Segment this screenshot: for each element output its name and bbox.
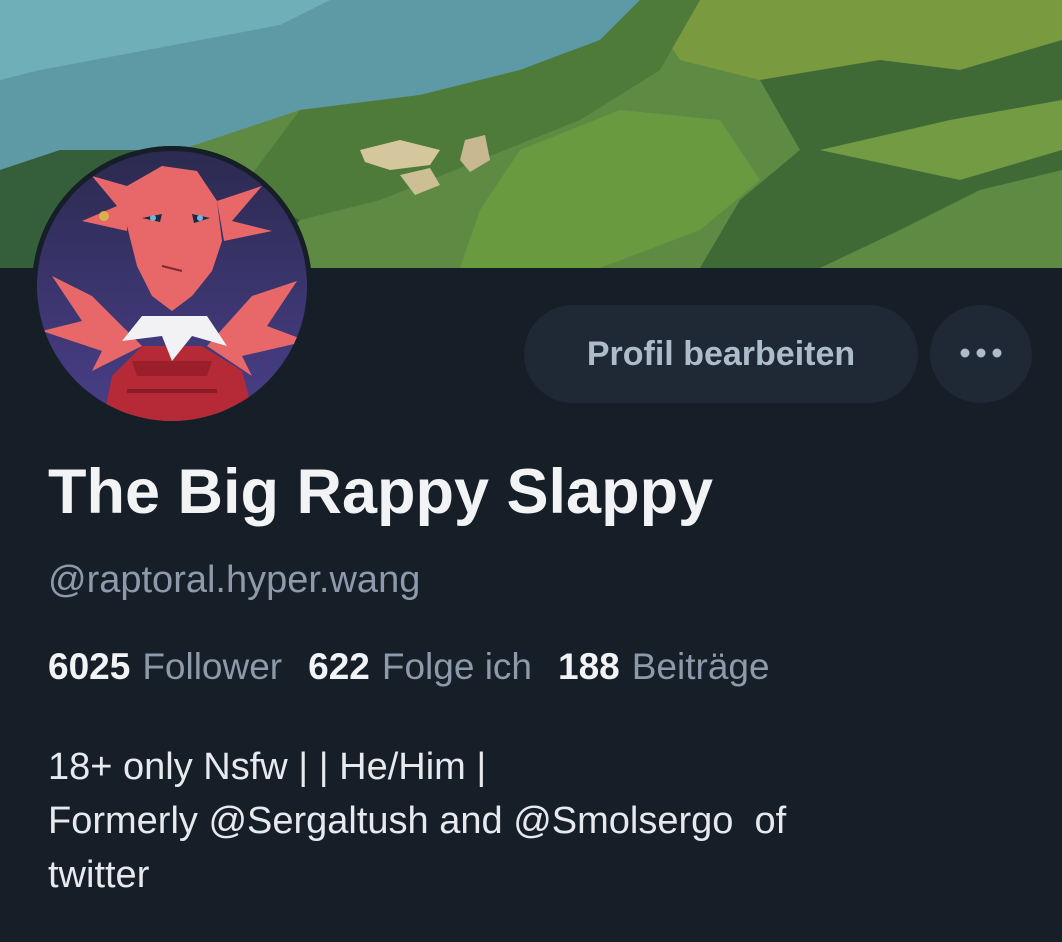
followers-label: Follower (142, 646, 283, 687)
bio-line: 18+ only Nsfw | | He/Him | (48, 746, 487, 788)
bio-line: twitter (48, 854, 150, 896)
profile-display-name: The Big Rappy Slappy (48, 457, 714, 527)
profile-avatar[interactable] (32, 146, 312, 426)
posts-label: Beiträge (631, 646, 770, 687)
profile-bio: 18+ only Nsfw | | He/Him | Formerly @Ser… (48, 740, 1018, 902)
following-label: Folge ich (381, 646, 533, 687)
profile-page: Profil bearbeiten The Big Rappy Slappy @… (0, 0, 1062, 942)
ellipsis-horizontal-icon (959, 347, 1003, 362)
profile-handle: @raptoral.hyper.wang (48, 559, 421, 601)
followers-count: 6025 (48, 646, 131, 687)
posts-count: 188 (558, 646, 620, 687)
profile-stats: 6025 Follower 622 Folge ich 188 Beiträge (48, 642, 796, 692)
following-count: 622 (308, 646, 370, 687)
following-stat[interactable]: 622 Folge ich (308, 642, 532, 692)
posts-stat: 188 Beiträge (558, 642, 770, 692)
bio-line: Formerly @Sergaltush and @Smolsergo of (48, 800, 787, 842)
more-options-button[interactable] (930, 305, 1032, 403)
followers-stat[interactable]: 6025 Follower (48, 642, 282, 692)
edit-profile-button[interactable]: Profil bearbeiten (524, 305, 918, 403)
